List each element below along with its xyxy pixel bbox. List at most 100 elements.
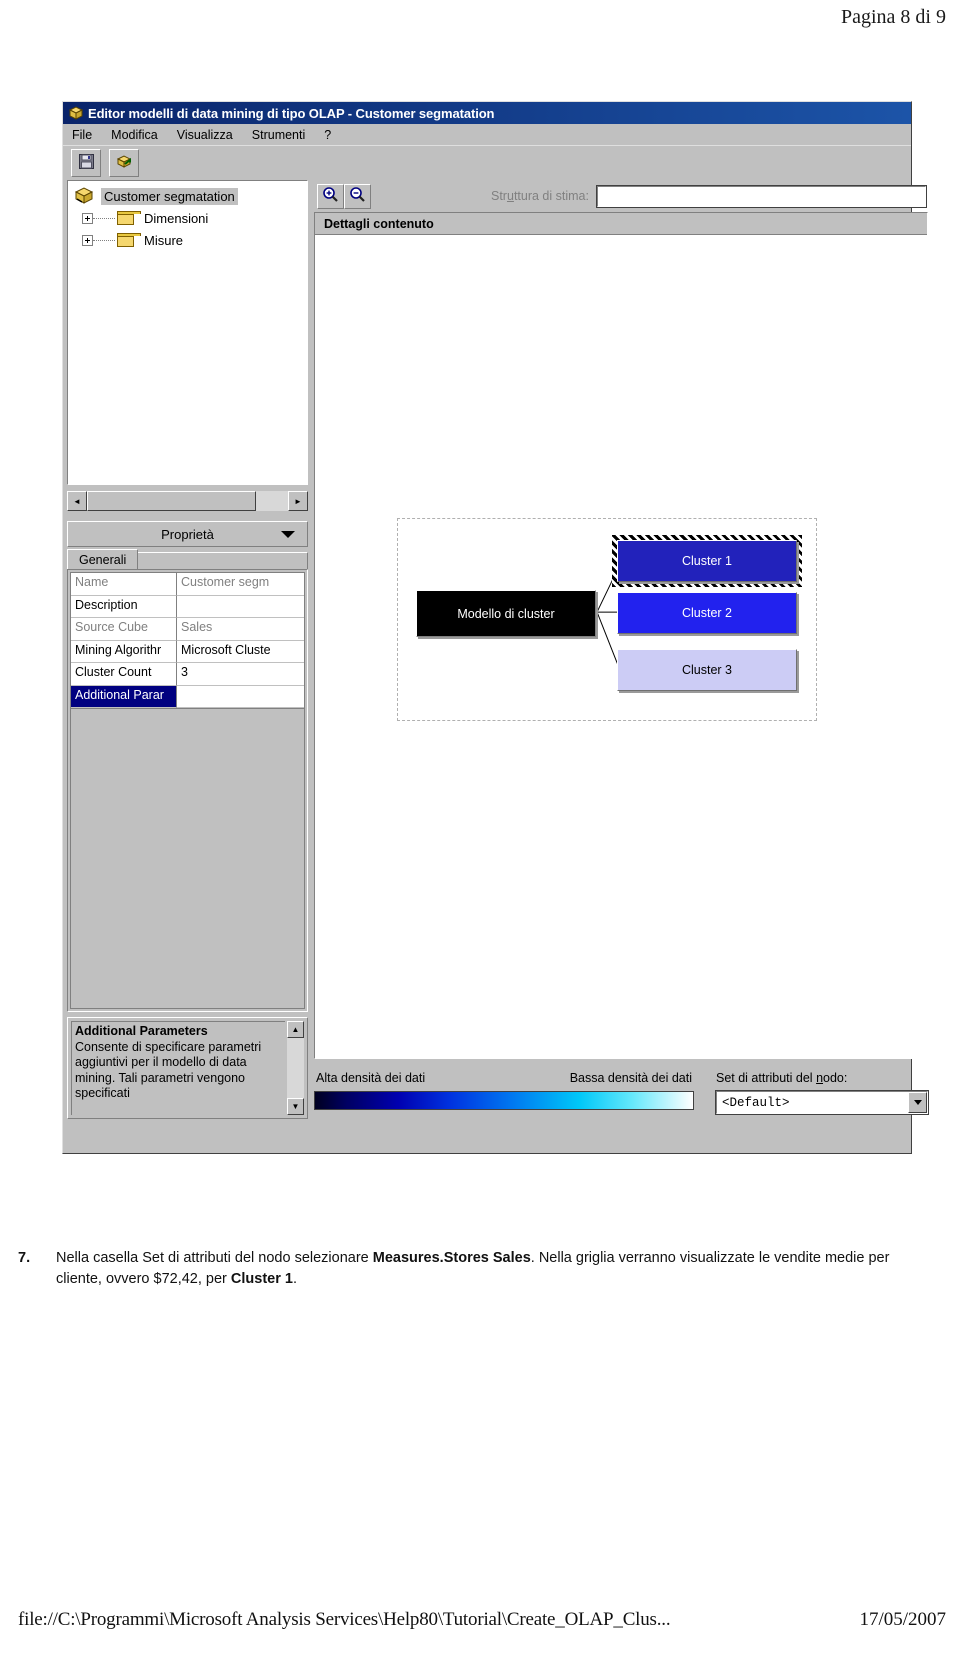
node-modello-di-cluster[interactable]: Modello di cluster — [416, 590, 596, 637]
property-grid-inner: Name Customer segm Description Source Cu… — [70, 572, 305, 1009]
description-scrollbar[interactable]: ▲ ▼ — [287, 1021, 304, 1115]
property-key: Source Cube — [71, 618, 177, 641]
scroll-right-arrow-icon[interactable]: ► — [288, 491, 308, 511]
node-label: Cluster 2 — [681, 606, 733, 620]
scroll-track[interactable] — [287, 1038, 304, 1098]
expander-plus-icon[interactable] — [82, 234, 93, 246]
tree-connector — [93, 217, 115, 219]
tree-item-root[interactable]: Customer segmatation — [74, 185, 307, 207]
save-button[interactable] — [71, 148, 101, 177]
property-key: Description — [71, 595, 177, 618]
node-attribute-set-value: <Default> — [722, 1095, 790, 1110]
property-key: Mining Algorithr — [71, 640, 177, 663]
tree-horizontal-scrollbar[interactable]: ◄ ► — [67, 491, 308, 511]
property-key: Name — [71, 573, 177, 596]
node-cluster-3[interactable]: Cluster 3 — [617, 649, 797, 691]
property-row-mining-algorithm[interactable]: Mining Algorithr Microsoft Cluste — [71, 640, 304, 663]
estimation-structure-input[interactable] — [595, 184, 928, 208]
cluster-diagram-canvas[interactable]: Modello di cluster Cluster 1 Cluster 2 C… — [315, 235, 927, 1058]
high-density-label: Alta densità dei dati — [316, 1071, 426, 1085]
low-density-label: Bassa densità dei dati — [569, 1071, 692, 1085]
property-value[interactable] — [177, 685, 304, 708]
menu-item-strumenti[interactable]: Strumenti — [250, 127, 308, 143]
node-attribute-set-group: Set di attributi del nodo: <Default> — [715, 1071, 929, 1115]
scroll-track[interactable] — [87, 491, 288, 511]
estimation-structure-label: Struttura di stima: — [491, 189, 589, 203]
tree-item-misure[interactable]: Misure — [74, 229, 307, 251]
node-cluster-1[interactable]: Cluster 1 — [617, 540, 797, 582]
property-value[interactable]: Sales — [177, 618, 304, 641]
process-model-button[interactable] — [109, 148, 139, 177]
instruction-text: Nella casella Set di attributi del nodo … — [18, 1248, 928, 1289]
instruction-number: 7. — [18, 1250, 31, 1266]
model-tree[interactable]: Customer segmatation Dimensioni Misure — [66, 179, 309, 486]
chevron-down-icon — [913, 1100, 922, 1105]
instruction-step: 7. Nella casella Set di attributi del no… — [18, 1248, 928, 1289]
tree-item-dimensioni-label: Dimensioni — [144, 210, 209, 226]
toolbar — [63, 145, 911, 179]
property-description-text: Additional Parameters Consente di specif… — [71, 1021, 285, 1115]
expander-plus-icon[interactable] — [82, 212, 93, 224]
property-row-name[interactable]: Name Customer segm — [71, 573, 304, 596]
property-key: Cluster Count — [71, 663, 177, 686]
menu-item-help[interactable]: ? — [322, 127, 333, 143]
combobox-dropdown-button[interactable] — [908, 1092, 927, 1113]
density-legend: Alta densità dei dati Bassa densità dei … — [314, 1071, 694, 1110]
olap-mining-model-editor-window: Editor modelli di data mining di tipo OL… — [62, 101, 929, 1154]
content-details-header: Dettagli contenuto — [315, 213, 927, 235]
zoom-in-icon — [322, 186, 339, 206]
node-label: Cluster 1 — [681, 554, 733, 568]
node-label: Cluster 3 — [681, 663, 733, 677]
zoom-in-button[interactable] — [317, 183, 344, 209]
properties-selector[interactable]: Proprietà — [67, 521, 308, 547]
tree-connector — [93, 239, 115, 241]
node-cluster-2[interactable]: Cluster 2 — [617, 592, 797, 634]
floppy-disk-icon — [78, 153, 95, 173]
folder-icon — [117, 210, 141, 226]
tab-generali[interactable]: Generali — [67, 549, 139, 569]
menu-item-file[interactable]: File — [70, 127, 94, 143]
tree-item-root-label: Customer segmatation — [101, 187, 238, 205]
node-attribute-set-combobox[interactable]: <Default> — [715, 1090, 929, 1115]
node-attribute-set-label: Set di attributi del nodo: — [716, 1071, 848, 1085]
property-description-title: Additional Parameters — [75, 1024, 208, 1038]
scroll-thumb[interactable] — [87, 491, 256, 511]
zoom-out-icon — [349, 186, 366, 206]
instruction-part-3: . — [292, 1270, 298, 1287]
instruction-bold-2: Cluster 1 — [230, 1270, 293, 1287]
menu-item-visualizza[interactable]: Visualizza — [175, 127, 235, 143]
page-footer-date: 17/05/2007 — [859, 1609, 946, 1630]
properties-tabstrip[interactable]: Generali — [67, 549, 308, 569]
property-value[interactable] — [177, 595, 304, 618]
chevron-down-icon[interactable] — [281, 531, 295, 538]
tree-item-dimensioni[interactable]: Dimensioni — [74, 207, 307, 229]
property-row-description[interactable]: Description — [71, 595, 304, 618]
property-description-body: Consente di specificare parametri aggiun… — [75, 1039, 262, 1101]
property-value[interactable]: Microsoft Cluste — [177, 640, 304, 663]
property-row-additional-parameters[interactable]: Additional Parar — [71, 685, 304, 708]
property-value[interactable]: 3 — [177, 663, 304, 686]
cluster-diagram: Modello di cluster Cluster 1 Cluster 2 C… — [397, 518, 817, 721]
property-grid-empty-area — [71, 708, 304, 709]
density-legend-labels: Alta densità dei dati Bassa densità dei … — [314, 1071, 694, 1085]
property-grid[interactable]: Name Customer segm Description Source Cu… — [67, 569, 308, 1012]
main-split: Customer segmatation Dimensioni Misure ◄… — [65, 179, 929, 1151]
property-key: Additional Parar — [71, 685, 177, 708]
scroll-up-arrow-icon[interactable]: ▲ — [287, 1021, 304, 1038]
tabstrip-filler — [138, 552, 308, 569]
property-row-source-cube[interactable]: Source Cube Sales — [71, 618, 304, 641]
page-header: Pagina 8 di 9 — [841, 6, 946, 28]
scroll-left-arrow-icon[interactable]: ◄ — [67, 491, 87, 511]
properties-selector-label: Proprietà — [161, 526, 214, 542]
density-gradient-bar — [314, 1091, 694, 1110]
right-pane: Struttura di stima: Dettagli contenuto M… — [308, 180, 930, 1151]
property-value[interactable]: Customer segm — [177, 573, 304, 596]
folder-icon — [117, 232, 141, 248]
scroll-down-arrow-icon[interactable]: ▼ — [287, 1098, 304, 1115]
menu-item-modifica[interactable]: Modifica — [109, 127, 160, 143]
menu-bar: File Modifica Visualizza Strumenti ? — [63, 124, 911, 145]
instruction-part-1: Nella casella Set di attributi del nodo … — [56, 1250, 373, 1266]
zoom-out-button[interactable] — [344, 183, 371, 209]
property-row-cluster-count[interactable]: Cluster Count 3 — [71, 663, 304, 686]
process-icon — [116, 153, 133, 173]
